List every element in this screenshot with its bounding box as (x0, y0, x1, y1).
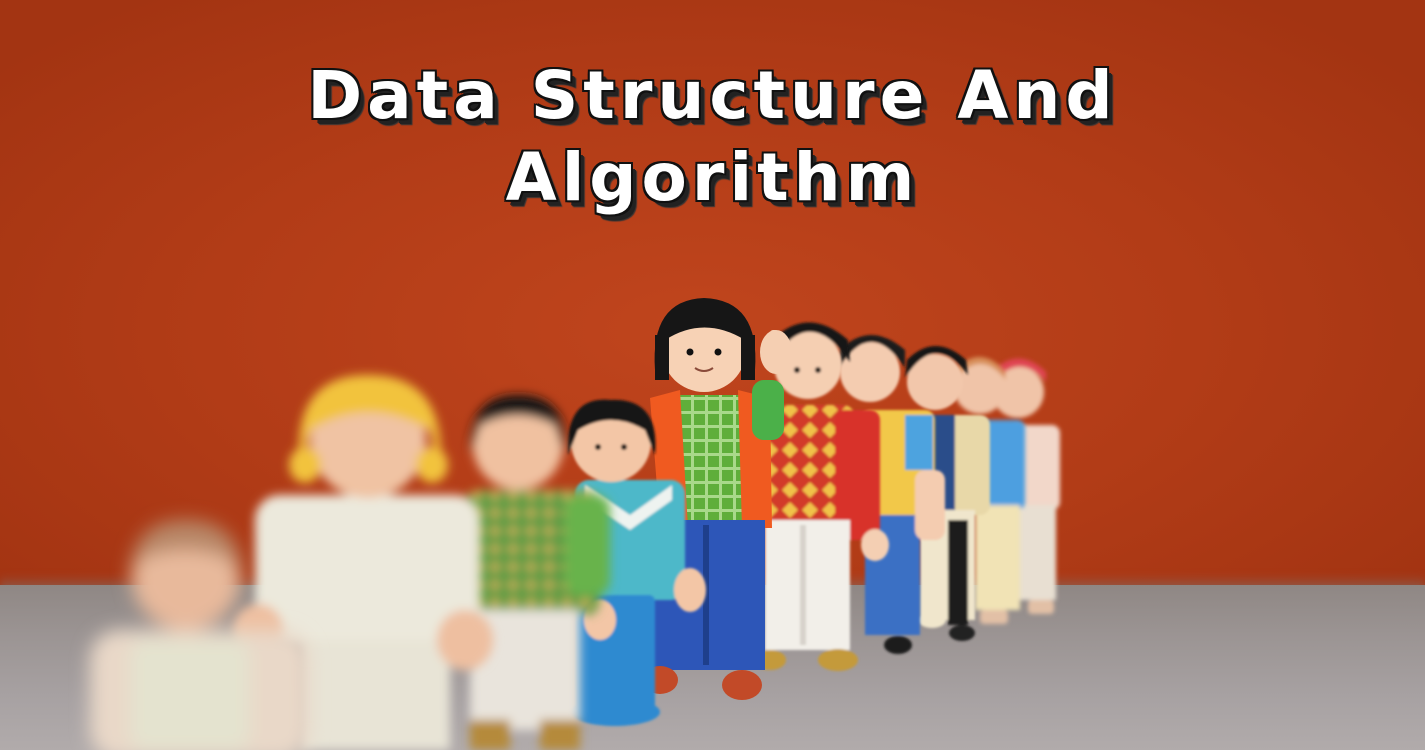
title-line-1: Data Structure And (307, 57, 1118, 134)
title-line-2: Algorithm (505, 139, 920, 216)
page-title: Data Structure And Algorithm (0, 55, 1425, 219)
photo-scene: Data Structure And Algorithm (0, 0, 1425, 750)
